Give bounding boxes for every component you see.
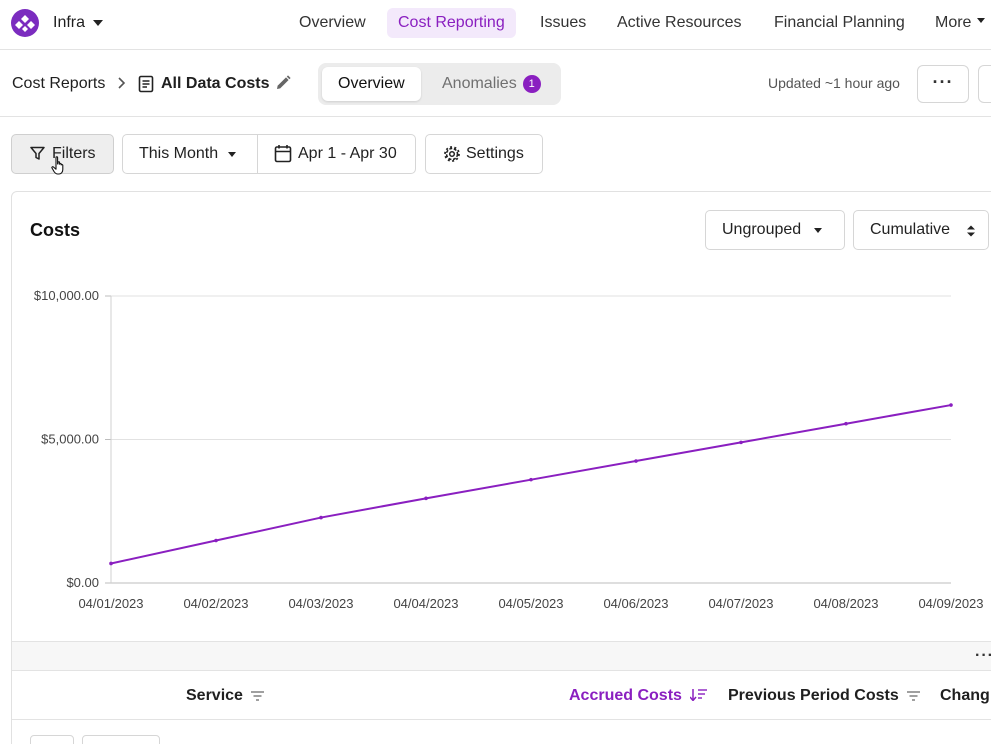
column-label: Service bbox=[186, 687, 243, 704]
nav-more[interactable]: More bbox=[924, 8, 991, 38]
nav-active-resources[interactable]: Active Resources bbox=[606, 8, 753, 38]
aggregation-label: Cumulative bbox=[870, 221, 951, 238]
chevron-down-icon bbox=[228, 152, 236, 157]
column-label: Accrued Costs bbox=[569, 687, 682, 704]
x-tick-label: 04/03/2023 bbox=[288, 596, 353, 611]
series-line bbox=[110, 404, 952, 565]
ellipsis-icon: ··· bbox=[932, 72, 954, 92]
nav-cost-reporting[interactable]: Cost Reporting bbox=[387, 8, 516, 38]
breadcrumb-parent[interactable]: Cost Reports bbox=[12, 75, 105, 93]
data-point bbox=[109, 561, 113, 566]
table-options-icon[interactable]: ··· bbox=[975, 647, 991, 665]
nav-overview[interactable]: Overview bbox=[288, 8, 377, 38]
nav-issues[interactable]: Issues bbox=[529, 8, 597, 38]
org-name: Infra bbox=[53, 14, 86, 31]
x-tick-label: 04/07/2023 bbox=[708, 596, 773, 611]
data-point bbox=[844, 421, 848, 426]
filter-icon bbox=[30, 146, 45, 160]
x-tick-label: 04/01/2023 bbox=[78, 596, 143, 611]
date-range-label: Apr 1 - Apr 30 bbox=[298, 145, 397, 162]
x-tick-label: 04/08/2023 bbox=[813, 596, 878, 611]
filter-lines-icon bbox=[907, 691, 921, 701]
sort-updown-icon bbox=[967, 225, 975, 237]
org-switcher[interactable]: Infra bbox=[53, 14, 104, 32]
report-title: All Data Costs bbox=[161, 75, 270, 92]
logo-icon[interactable] bbox=[11, 9, 39, 37]
table-control-button[interactable] bbox=[30, 735, 74, 744]
chevron-down-icon bbox=[93, 20, 104, 26]
panel-title: Costs bbox=[30, 220, 81, 240]
hand-cursor-icon bbox=[51, 156, 64, 175]
tab-overview[interactable]: Overview bbox=[322, 67, 421, 101]
calendar-icon bbox=[274, 145, 292, 163]
column-label: Chang bbox=[940, 687, 990, 704]
grouping-select[interactable]: Ungrouped bbox=[705, 210, 845, 250]
updated-status: Updated ~1 hour ago bbox=[768, 75, 900, 91]
table-control-button[interactable] bbox=[82, 735, 160, 744]
data-point bbox=[529, 477, 533, 482]
tab-anomalies-label: Anomalies bbox=[442, 75, 517, 92]
data-point bbox=[319, 515, 323, 520]
settings-button[interactable]: Settings bbox=[425, 134, 543, 174]
settings-label: Settings bbox=[466, 145, 524, 162]
sort-descending-icon bbox=[689, 689, 708, 702]
y-tick-label: $0.00 bbox=[66, 575, 99, 590]
document-icon bbox=[138, 75, 154, 93]
x-tick-label: 04/04/2023 bbox=[393, 596, 458, 611]
x-tick-label: 04/02/2023 bbox=[183, 596, 248, 611]
data-point bbox=[949, 403, 953, 407]
column-header-accrued-costs[interactable]: Accrued Costs bbox=[569, 687, 708, 705]
y-tick-label: $10,000.00 bbox=[34, 288, 99, 303]
period-select[interactable]: This Month bbox=[122, 134, 258, 174]
table-divider bbox=[12, 719, 991, 720]
chevron-right-icon bbox=[118, 77, 126, 89]
column-label: Previous Period Costs bbox=[728, 687, 899, 704]
grouping-label: Ungrouped bbox=[722, 221, 802, 238]
chevron-down-icon bbox=[977, 18, 986, 24]
y-tick-label: $5,000.00 bbox=[41, 432, 99, 447]
x-tick-label: 04/06/2023 bbox=[603, 596, 668, 611]
tab-anomalies[interactable]: Anomalies 1 bbox=[426, 67, 557, 101]
column-header-change[interactable]: Chang bbox=[940, 687, 990, 705]
gear-icon bbox=[444, 146, 460, 162]
top-nav: Infra Overview Cost Reporting Issues Act… bbox=[0, 0, 991, 50]
more-actions-button[interactable]: ··· bbox=[917, 65, 969, 103]
anomalies-count-badge: 1 bbox=[522, 75, 541, 93]
report-header: Cost Reports All Data Costs Overview Ano… bbox=[0, 51, 991, 117]
pencil-icon[interactable] bbox=[274, 74, 292, 92]
data-point bbox=[739, 440, 743, 445]
nav-more-label: More bbox=[935, 14, 972, 31]
x-tick-label: 04/05/2023 bbox=[498, 596, 563, 611]
view-tabs: Overview Anomalies 1 bbox=[318, 63, 561, 105]
cost-line-chart: $0.00 $5,000.00 $10,000.00 04/01/2023 04/02/… bbox=[34, 288, 984, 611]
nav-financial-planning[interactable]: Financial Planning bbox=[763, 8, 916, 38]
share-button[interactable] bbox=[978, 65, 991, 103]
aggregation-select[interactable]: Cumulative bbox=[853, 210, 989, 250]
column-header-previous-period-costs[interactable]: Previous Period Costs bbox=[728, 687, 921, 705]
filter-lines-icon bbox=[251, 691, 265, 701]
data-point bbox=[214, 538, 218, 543]
data-point bbox=[634, 459, 638, 463]
x-tick-label: 04/09/2023 bbox=[918, 596, 983, 611]
data-point bbox=[424, 496, 428, 501]
date-range-picker[interactable]: Apr 1 - Apr 30 bbox=[257, 134, 416, 174]
tab-overview-label: Overview bbox=[338, 75, 405, 92]
column-header-service[interactable]: Service bbox=[186, 687, 265, 705]
period-label: This Month bbox=[139, 145, 219, 162]
table-toolbar bbox=[12, 641, 991, 671]
chevron-down-icon bbox=[814, 228, 822, 233]
